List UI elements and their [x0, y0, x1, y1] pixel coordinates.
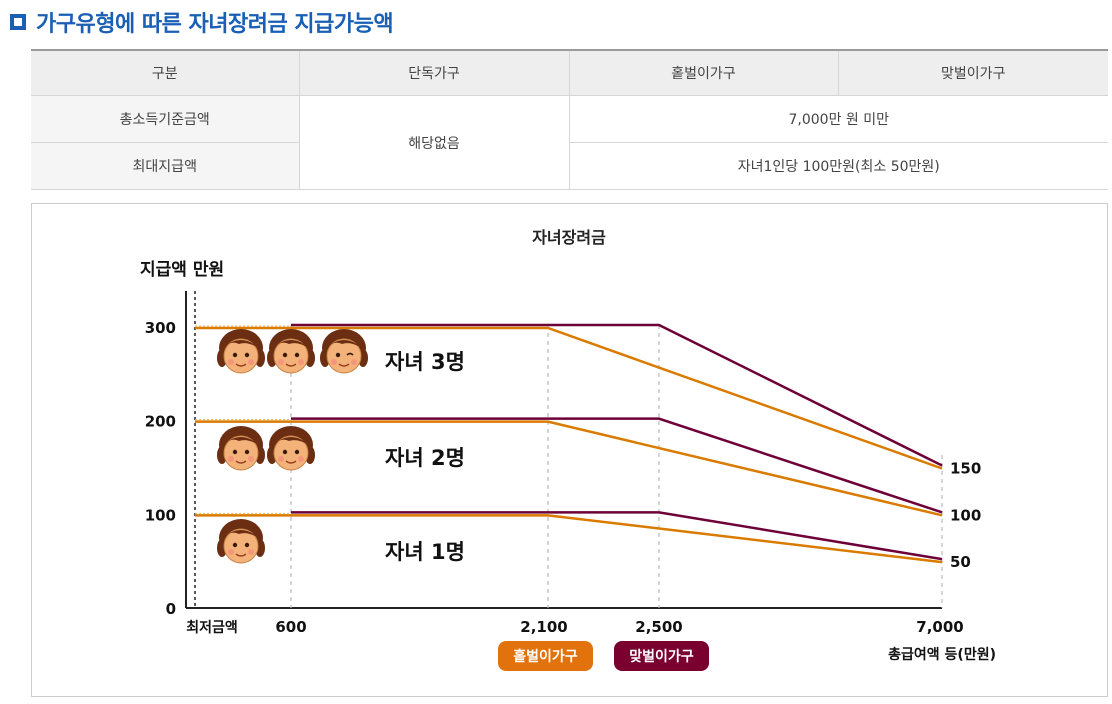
- benefit-chart: 자녀장려금 지급액 만원 총급여액 등(만원) 0 100 200 300 최저금액 60…: [140, 228, 996, 663]
- child-count-label: 자녀 3명: [385, 350, 465, 374]
- child-face-icon: [217, 519, 265, 564]
- legend-dual-earner: 맞벌이가구: [614, 641, 709, 671]
- x-tick-label: 2,100: [520, 618, 567, 636]
- y-tick-label: 300: [145, 319, 176, 337]
- child-face-icon: [267, 426, 315, 471]
- one-earner-line-1: [195, 514, 943, 564]
- end-value-label: 100: [950, 506, 981, 524]
- legend-one-earner: 홑벌이가구: [498, 641, 593, 671]
- y-tick-label: 0: [166, 600, 176, 618]
- child-count-label: 자녀 1명: [385, 540, 465, 564]
- y-tick-label: 200: [145, 413, 176, 431]
- child-face-icon: [217, 329, 265, 374]
- child-face-icon: [320, 329, 368, 374]
- child-face-icon: [217, 426, 265, 471]
- end-value-label: 150: [950, 460, 981, 478]
- x-tick-label: 최저금액: [186, 619, 238, 636]
- child-face-icon: [267, 329, 315, 374]
- child-count-label: 자녀 2명: [385, 446, 465, 470]
- x-tick-label: 600: [275, 618, 306, 636]
- x-axis-label: 총급여액 등(만원): [888, 646, 996, 663]
- y-tick-label: 100: [145, 506, 176, 524]
- chart-title: 자녀장려금: [532, 228, 606, 247]
- dual-earner-line-3: [291, 323, 943, 467]
- y-axis-label: 지급액 만원: [140, 260, 224, 280]
- end-value-label: 50: [950, 553, 971, 571]
- x-tick-label: 2,500: [635, 618, 682, 636]
- x-tick-label: 7,000: [916, 618, 963, 636]
